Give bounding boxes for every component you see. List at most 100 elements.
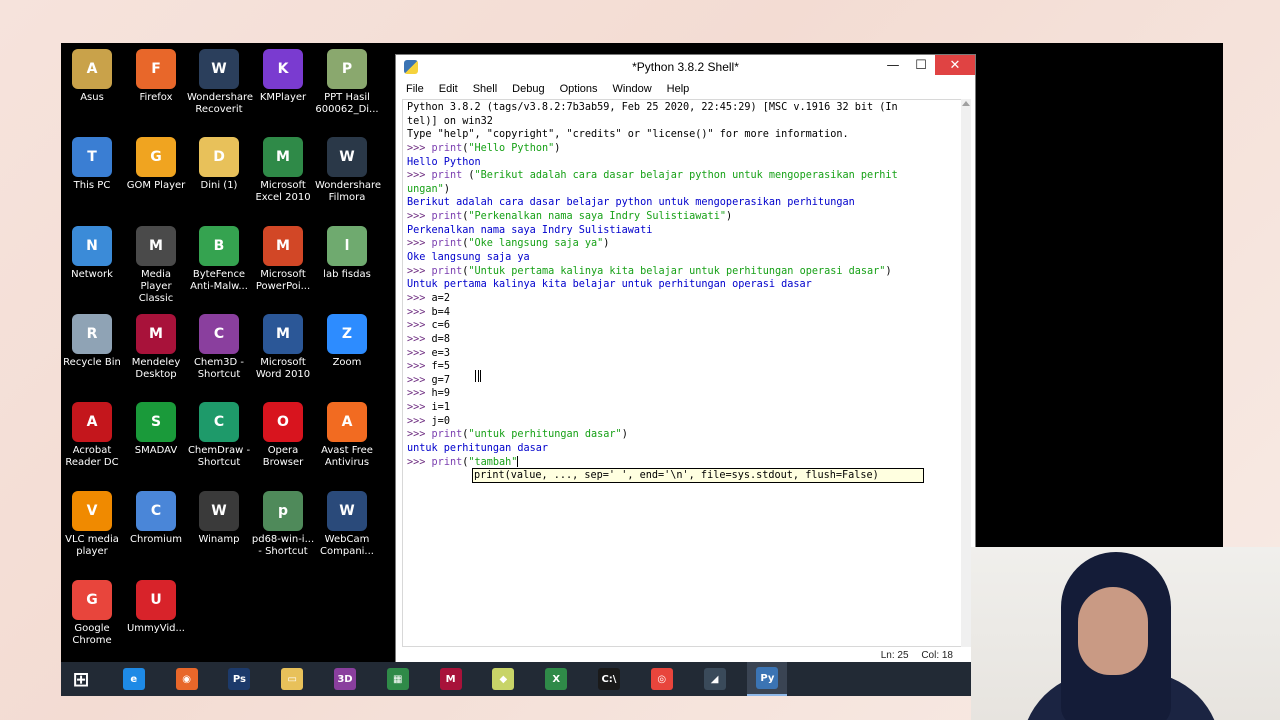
taskbar-button[interactable]: ◆ [483,662,523,696]
desktop-icon[interactable]: K KMPlayer [251,49,315,104]
smadav-icon: S [136,402,176,442]
desktop-icon-label: This PC [73,180,111,191]
desktop-icon[interactable]: C Chem3D - Shortcut [187,314,251,381]
recycle-bin-icon: R [72,314,112,354]
menu-shell[interactable]: Shell [473,83,497,95]
desktop-icon-label: Avast Free Antivirus [321,445,373,468]
taskbar-button[interactable]: e [114,662,154,696]
desktop-icon[interactable]: U UmmyVid... [124,580,188,635]
menu-options[interactable]: Options [560,83,598,95]
taskbar-button[interactable]: ▦ [378,662,418,696]
desktop-icon[interactable]: W Wondershare Filmora [315,137,381,204]
taskbar-button[interactable]: C:\ [589,662,629,696]
vertical-scrollbar[interactable] [961,99,971,647]
string-literal: "tambah" [468,456,518,468]
menu-debug[interactable]: Debug [512,83,544,95]
folder-user-icon: A [72,49,112,89]
desktop-icon[interactable]: R Recycle Bin [61,314,124,369]
scroll-up-arrow-icon[interactable] [962,101,970,106]
presenter-face [1078,587,1148,675]
desktop-icon[interactable]: W WebCam Compani... [315,491,379,558]
taskbar-button[interactable]: 3D [325,662,365,696]
desktop-icon[interactable]: O Opera Browser [251,402,315,469]
keyword: print [431,265,463,277]
string-literal: "Hello Python" [468,142,555,154]
desktop-icon[interactable]: B ByteFence Anti-Malw... [187,226,251,293]
taskbar-button[interactable]: Ps [219,662,259,696]
excel-icon: M [263,137,303,177]
keyword: print [431,238,463,250]
desktop-icon[interactable]: S SMADAV [124,402,188,457]
desktop-icon[interactable]: M Mendeley Desktop [124,314,188,381]
desktop-icon[interactable]: T This PC [61,137,124,192]
prompt: >>> [407,211,432,223]
desktop-icon[interactable]: A Avast Free Antivirus [315,402,379,469]
chrome-icon: G [72,580,112,620]
zoom-camera-icon: Z [327,314,367,354]
close-button[interactable]: ✕ [935,55,975,75]
desktop-icon[interactable]: l lab fisdas [315,226,379,281]
minimize-button[interactable]: — [879,55,907,75]
photoshop-icon: Ps [228,668,251,690]
desktop-icon[interactable]: F Firefox [124,49,188,104]
output-text: Untuk pertama kalinya kita belajar untuk… [407,279,812,291]
title-bar[interactable]: *Python 3.8.2 Shell* — ☐ ✕ [396,55,975,79]
input-text: b=4 [431,306,450,318]
python-shell-window[interactable]: *Python 3.8.2 Shell* — ☐ ✕ File Edit Shell… [395,54,976,664]
desktop-icon[interactable]: A Acrobat Reader DC [61,402,124,469]
taskbar-button[interactable]: ▭ [272,662,312,696]
desktop-icon[interactable]: W Winamp [187,491,251,546]
desktop-icon[interactable]: M Media Player Classic [124,226,188,305]
punctuation: ) [603,238,610,250]
desktop-icon[interactable]: Z Zoom [315,314,379,369]
string-literal: "untuk perhitungan dasar" [468,429,622,441]
desktop-icon[interactable]: C ChemDraw - Shortcut [187,402,251,469]
desktop-icon-label: Firefox [139,92,173,103]
shell-output[interactable]: Python 3.8.2 (tags/v3.8.2:7b3ab59, Feb 2… [403,100,961,469]
desktop-icon-label: Media Player Classic [138,269,174,304]
shell-line: >>> print("Perkenalkan nama saya Indry S… [407,210,961,224]
shell-line: >>> e=3 [407,347,961,361]
desktop-icon-label: lab fisdas [323,269,371,280]
shell-line: Oke langsung saja ya [407,251,961,265]
desktop-icon[interactable]: G GOM Player [124,137,188,192]
punctuation: ) [621,429,628,441]
desktop-icon[interactable]: M Microsoft Word 2010 [251,314,315,381]
shell-editor[interactable]: Python 3.8.2 (tags/v3.8.2:7b3ab59, Feb 2… [402,99,962,647]
desktop-icon[interactable]: P PPT Hasil 600062_Di... [315,49,379,116]
taskbar-button[interactable]: ◉ [167,662,207,696]
desktop-icon[interactable]: A Asus [61,49,124,104]
taskbar-button[interactable]: M [431,662,471,696]
desktop-icon[interactable]: C Chromium [124,491,188,546]
desktop-icon[interactable]: M Microsoft Excel 2010 [251,137,315,204]
menu-edit[interactable]: Edit [439,83,458,95]
menu-help[interactable]: Help [667,83,690,95]
desktop-icon-label: Microsoft Excel 2010 [255,180,311,203]
desktop-icon[interactable]: G Google Chrome [61,580,124,647]
prompt: >>> [407,292,432,304]
string-literal: "Berikut adalah cara dasar belajar pytho… [474,170,898,182]
desktop-icon-label: pd68-win-i... - Shortcut [251,534,315,557]
shell-line: Python 3.8.2 (tags/v3.8.2:7b3ab59, Feb 2… [407,101,961,115]
acrobat-icon: A [72,402,112,442]
desktop-icon[interactable]: W Wondershare Recoverit [187,49,253,116]
desktop-icon[interactable]: V VLC media player [61,491,124,558]
taskbar-button[interactable]: ⊞ [61,662,101,696]
menu-window[interactable]: Window [613,83,652,95]
desktop-icon[interactable]: D Dini (1) [187,137,251,192]
prompt: >>> [407,142,432,154]
desktop-icon-label: Recycle Bin [63,357,121,368]
taskbar-button[interactable]: ◎ [642,662,682,696]
taskbar-button[interactable]: X [536,662,576,696]
taskbar-button[interactable]: Py [747,662,788,696]
menu-file[interactable]: File [406,83,424,95]
desktop-icon[interactable]: M Microsoft PowerPoi... [251,226,315,293]
prompt: >>> [407,402,432,414]
shell-line: >>> f=5 [407,360,961,374]
desktop-icon[interactable]: p pd68-win-i... - Shortcut [251,491,315,558]
desktop: A Asus F Firefox W Wondershare Recoverit K KMPl… [61,43,394,663]
maximize-button[interactable]: ☐ [907,55,935,75]
taskbar-button[interactable]: ◢ [695,662,735,696]
shell-line: tel)] on win32 [407,115,961,129]
desktop-icon[interactable]: N Network [61,226,124,281]
